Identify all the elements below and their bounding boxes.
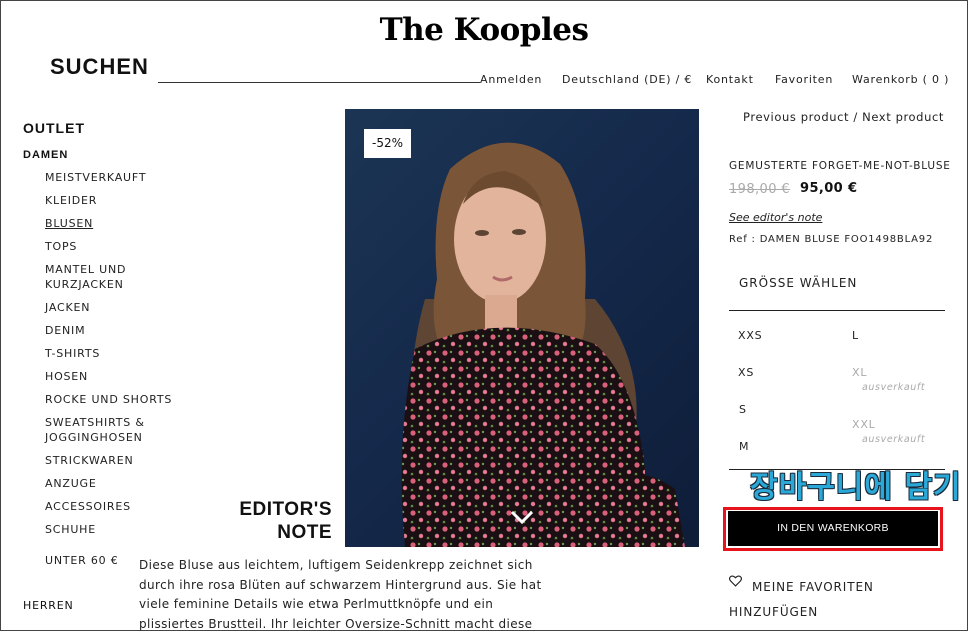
add-to-favorites-button[interactable]: MEINE FAVORITEN HINZUFÜGEN — [729, 575, 909, 625]
size-option-xxs[interactable]: XXS — [738, 329, 762, 342]
size-option-xs[interactable]: XS — [738, 366, 754, 379]
size-option-l[interactable]: L — [852, 329, 859, 342]
price-original: 198,00 € — [729, 182, 791, 197]
sidebar-item-schuhe[interactable]: SCHUHE — [45, 522, 195, 537]
cart-annotation: 장바구니에 담기 — [750, 470, 962, 505]
editor-note-title: EDITOR'S NOTE — [239, 499, 332, 543]
size-option-s[interactable]: S — [739, 403, 747, 416]
sidebar-herren[interactable]: HERREN — [23, 599, 74, 612]
chevron-down-icon[interactable] — [509, 508, 535, 526]
product-reference: Ref : DAMEN BLUSE FOO1498BLA92 — [729, 234, 934, 245]
sidebar-item-jacken[interactable]: JACKEN — [45, 300, 195, 315]
search-input[interactable] — [158, 82, 480, 83]
sidebar-item-hosen[interactable]: HOSEN — [45, 369, 195, 384]
nav-country[interactable]: Deutschland (DE) / € — [562, 73, 692, 86]
sidebar-item-rocke[interactable]: ROCKE UND SHORTS — [45, 392, 205, 407]
size-option-xl: XL — [852, 366, 868, 379]
sidebar-item-strickwaren[interactable]: STRICKWAREN — [45, 453, 195, 468]
sold-out-label: ausverkauft — [862, 382, 926, 393]
add-to-cart-button[interactable]: IN DEN WARENKORB — [728, 511, 938, 546]
sidebar-item-anzuge[interactable]: ANZUGE — [45, 476, 195, 491]
sidebar-item-kleider[interactable]: KLEIDER — [45, 193, 195, 208]
size-selector-heading[interactable]: GRÖSSE WÄHLEN — [739, 276, 857, 290]
brand-logo[interactable]: The Kooples — [0, 12, 968, 48]
search-label: SUCHEN — [50, 54, 149, 79]
divider — [729, 310, 945, 311]
sidebar-item-blusen[interactable]: BLUSEN — [45, 216, 195, 231]
sold-out-label: ausverkauft — [862, 434, 926, 445]
sidebar-item-tops[interactable]: TOPS — [45, 239, 195, 254]
nav-contact[interactable]: Kontakt — [706, 73, 754, 86]
nav-cart[interactable]: Warenkorb ( 0 ) — [852, 73, 949, 86]
sidebar-outlet[interactable]: OUTLET — [23, 120, 85, 136]
sidebar-damen[interactable]: DAMEN — [23, 149, 68, 161]
editor-note-link[interactable]: See editor's note — [729, 211, 822, 224]
sidebar-item-accessoires[interactable]: ACCESSOIRES — [45, 499, 195, 514]
size-option-m[interactable]: M — [739, 440, 749, 453]
sidebar-item-mantel[interactable]: MANTEL UND KURZJACKEN — [45, 262, 145, 292]
nav-login[interactable]: Anmelden — [480, 73, 542, 86]
product-name: GEMUSTERTE FORGET-ME-NOT-BLUSE — [729, 160, 951, 172]
sidebar-item-tshirts[interactable]: T-SHIRTS — [45, 346, 195, 361]
nav-favorites[interactable]: Favoriten — [775, 73, 833, 86]
editor-note-text: Diese Bluse aus leichtem, luftigem Seide… — [139, 558, 542, 631]
product-photo[interactable] — [345, 109, 699, 547]
sidebar-item-denim[interactable]: DENIM — [45, 323, 195, 338]
model-illustration — [401, 142, 685, 547]
sidebar-item-sweatshirts[interactable]: SWEATSHIRTS & JOGGINGHOSEN — [45, 415, 165, 445]
size-option-xxl: XXL — [852, 418, 876, 431]
sidebar-item-meistverkauft[interactable]: MEISTVERKAUFT — [45, 170, 195, 185]
discount-badge: -52% — [364, 129, 411, 158]
product-pagination[interactable]: Previous product / Next product — [743, 110, 944, 124]
price-sale: 95,00 € — [800, 181, 858, 196]
